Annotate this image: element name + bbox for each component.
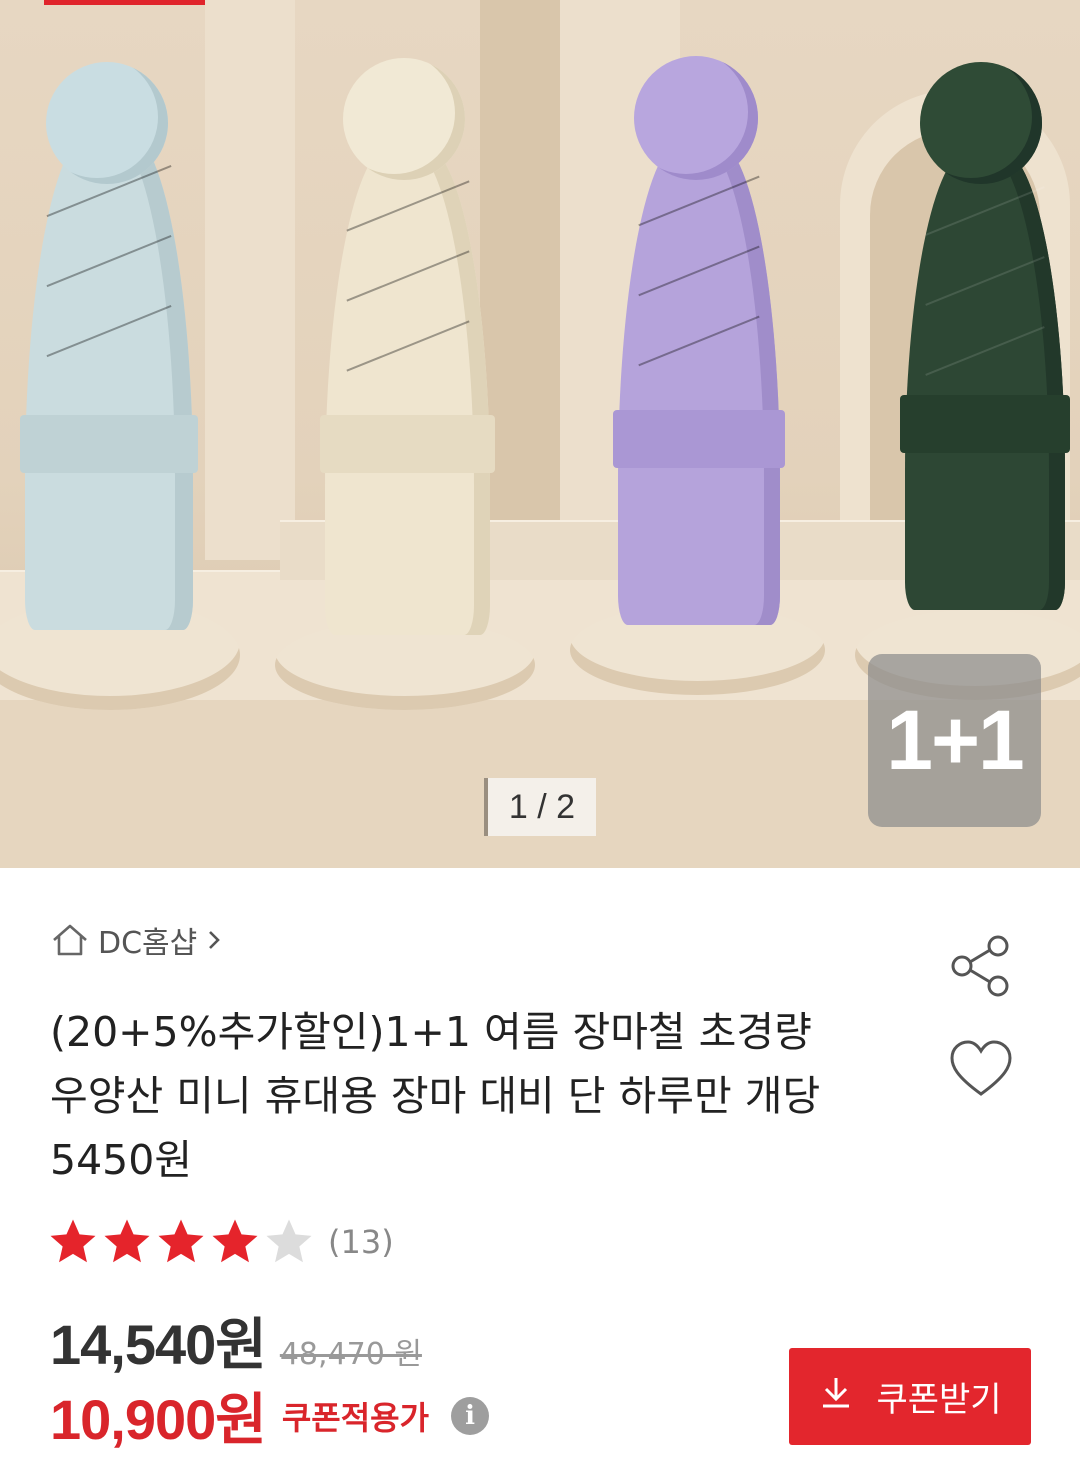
chevron-right-icon [205,928,223,952]
umbrella-blue [19,130,199,630]
price-row: 14,540원 48,470 원 [50,1300,422,1381]
star-filled-icon [50,1219,96,1263]
umbrella-lavender [613,140,785,625]
star-filled-icon [212,1219,258,1263]
info-icon[interactable]: i [451,1396,490,1435]
star-filled-icon [104,1219,150,1263]
current-price: 14,540원 [50,1313,267,1376]
stars [46,1215,316,1269]
umbrella-knob [920,62,1042,184]
coupon-price-row: 10,900원 쿠폰적용가 i [50,1375,490,1456]
coupon-price-label: 쿠폰적용가 [281,1398,430,1437]
star-empty-icon [266,1219,312,1263]
product-image-carousel[interactable]: 1+1 1 / 2 [0,0,1080,868]
backdrop-pillar [205,0,295,560]
coupon-price: 10,900원 [50,1388,267,1451]
review-count[interactable]: (13) [328,1223,394,1261]
share-button[interactable] [946,934,1016,1000]
image-pager: 1 / 2 [484,778,596,836]
get-coupon-button[interactable]: 쿠폰받기 [789,1348,1031,1445]
umbrella-knob [343,58,465,180]
umbrella-cream [320,145,495,635]
wishlist-button[interactable] [946,1038,1016,1102]
heart-icon [946,1040,1016,1106]
store-link[interactable]: DC홈샵 [50,918,223,962]
home-icon [50,922,90,958]
umbrella-knob [634,56,758,180]
share-icon [946,935,1016,1004]
store-name: DC홈샵 [98,926,198,961]
star-filled-icon [158,1219,204,1263]
original-price: 48,470 원 [279,1337,422,1372]
product-title: (20+5%추가할인)1+1 여름 장마철 초경량 우양산 미니 휴대용 장마 … [50,1008,821,1184]
one-plus-one-badge: 1+1 [868,654,1041,827]
download-icon [818,1374,854,1419]
star-rating[interactable]: (13) [46,1215,394,1269]
top-accent-bar [44,0,226,5]
umbrella-knob [46,62,168,184]
get-coupon-label: 쿠폰받기 [876,1380,1002,1420]
